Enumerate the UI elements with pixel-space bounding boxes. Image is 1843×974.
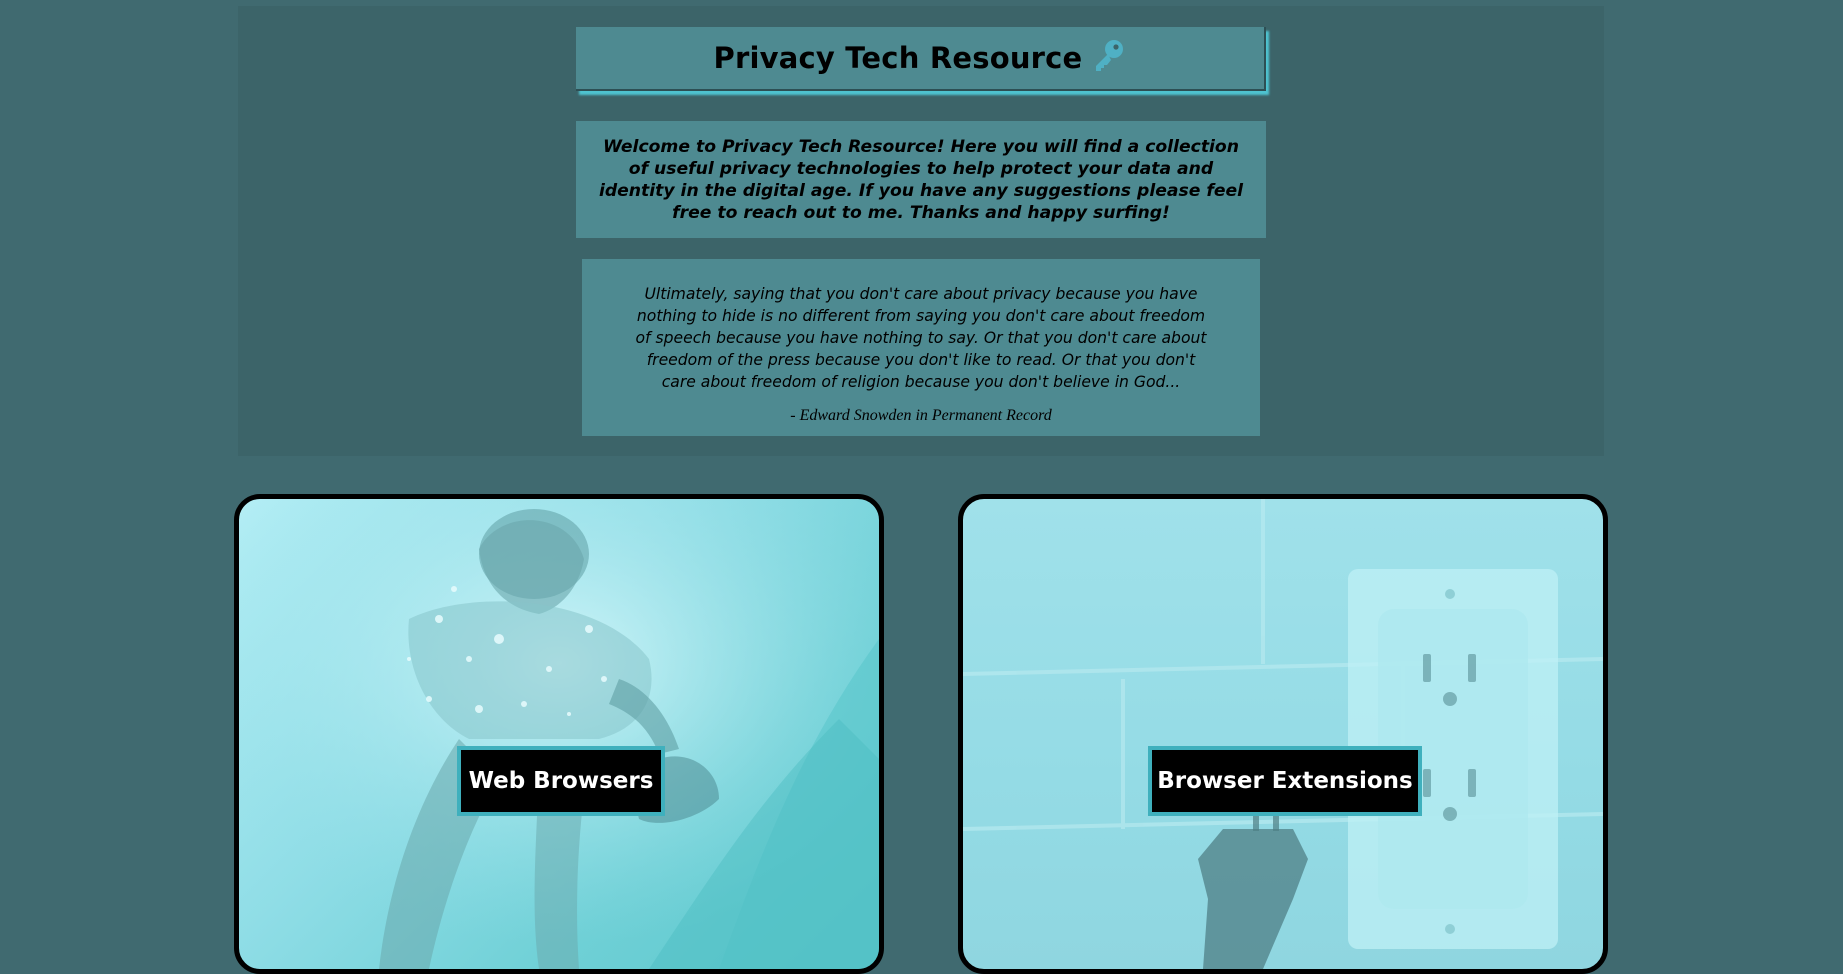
welcome-message: Welcome to Privacy Tech Resource! Here y…: [598, 136, 1244, 223]
browser-extensions-card[interactable]: Browser Extensions: [958, 494, 1608, 974]
browser-extensions-button[interactable]: Browser Extensions: [1148, 746, 1422, 816]
surfer-image: [239, 499, 879, 969]
quote-text: Ultimately, saying that you don't care a…: [635, 285, 1207, 391]
quote-box: Ultimately, saying that you don't care a…: [582, 259, 1260, 436]
welcome-box: Welcome to Privacy Tech Resource! Here y…: [576, 121, 1266, 238]
key-icon: [1090, 38, 1126, 78]
title-box: Privacy Tech Resource: [576, 27, 1266, 91]
outlet-image: [963, 499, 1603, 969]
web-browsers-card[interactable]: Web Browsers: [234, 494, 884, 974]
quote-attribution: - Edward Snowden in Permanent Record: [790, 407, 1052, 424]
page-title: Privacy Tech Resource: [713, 41, 1083, 75]
web-browsers-button[interactable]: Web Browsers: [457, 746, 665, 816]
